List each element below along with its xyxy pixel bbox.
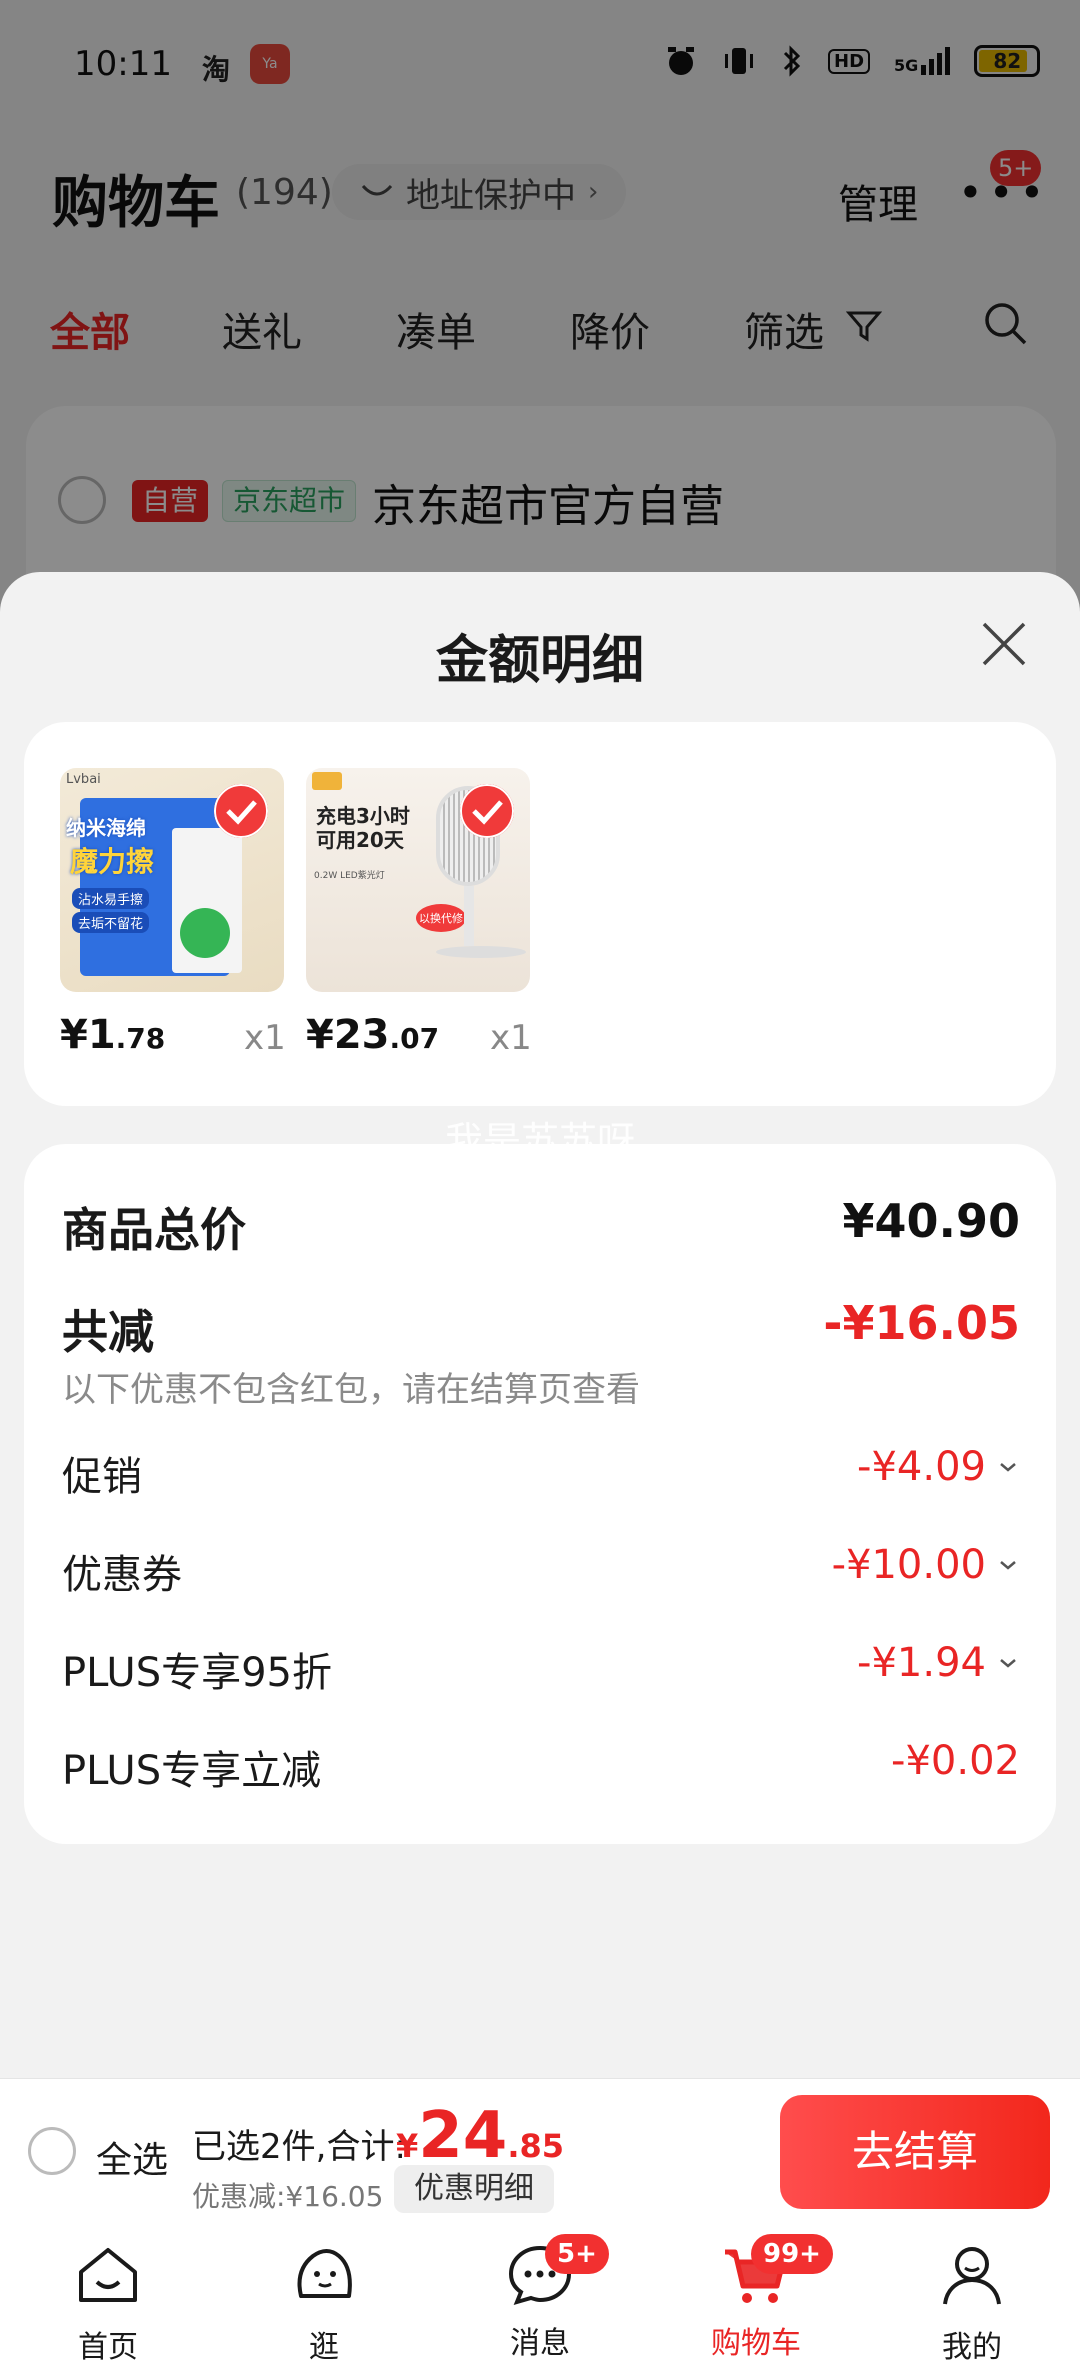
product-package-mascot (180, 908, 230, 958)
nav-messages[interactable]: 5+ 消息 (460, 2234, 620, 2362)
nav-browse[interactable]: 逛 (244, 2240, 404, 2366)
chevron-down-icon (1000, 1561, 1016, 1570)
home-icon (79, 2248, 137, 2302)
promotion-amount: -¥4.09 (857, 1444, 986, 1490)
cart-badge: 99+ (751, 2234, 833, 2274)
table-art (436, 946, 526, 958)
promotion-value[interactable]: -¥4.09 (857, 1444, 1020, 1490)
sheet-title: 金额明细 (435, 631, 644, 691)
chevron-down-icon (1000, 1463, 1016, 1472)
product-brand-text: Lvbai (66, 772, 101, 787)
coupon-amount: -¥10.00 (831, 1542, 986, 1588)
nav-label: 逛 (309, 2330, 339, 2365)
nav-label: 购物车 (711, 2326, 801, 2361)
close-icon[interactable] (976, 616, 1032, 672)
nav-label: 首页 (78, 2330, 138, 2365)
product-image-text: 纳米海绵 (66, 816, 146, 840)
product-image-text: 以换代修 (416, 904, 466, 932)
price-integer: ¥23 (306, 1012, 390, 1058)
product-image-text: 0.2W LED紫光灯 (314, 871, 385, 881)
total-currency: ¥ (396, 2127, 419, 2165)
select-all-label[interactable]: 全选 (96, 2131, 168, 2183)
checkout-bar: 全选 已选2件,合计: ¥24.85 优惠减:¥16.05 优惠明细 去结算 (0, 2078, 1080, 2226)
plus-discount-label: PLUS专享95折 (62, 1650, 332, 1696)
product-price: ¥1.78 (60, 1012, 165, 1058)
nav-profile[interactable]: 我的 (892, 2240, 1052, 2366)
plus-instant-label: PLUS专享立减 (62, 1748, 322, 1794)
total-price-label: 商品总价 (62, 1203, 246, 1257)
total-reduction-value: -¥16.05 (823, 1296, 1020, 1350)
racket-handle-art (464, 886, 474, 946)
discount-detail-button[interactable]: 优惠明细 (394, 2165, 554, 2213)
selected-products-card: Lvbai 纳米海绵 魔力擦 沾水易手擦 去垢不留花 ¥1.78 x1 充电3小… (24, 722, 1056, 1106)
selected-total: ¥24.85 (396, 2099, 564, 2173)
nav-label: 消息 (510, 2326, 570, 2361)
nav-label: 我的 (942, 2330, 1002, 2365)
product-image: 充电3小时 可用20天 0.2W LED紫光灯 以换代修 (306, 768, 530, 992)
product-quantity: x1 (244, 1018, 286, 1058)
nav-home[interactable]: 首页 (28, 2240, 188, 2366)
price-integer: ¥1 (60, 1012, 116, 1058)
messages-badge: 5+ (545, 2234, 609, 2274)
plus-instant-value: -¥0.02 (891, 1738, 1020, 1784)
checkout-button[interactable]: 去结算 (780, 2095, 1050, 2209)
coupon-label: 优惠券 (62, 1552, 182, 1598)
discount-summary: 优惠减:¥16.05 (192, 2180, 384, 2213)
bottom-nav: 首页 逛 5+ 消息 99+ 购物车 我的 (0, 2226, 1080, 2376)
cart-icon-wrap: 99+ (721, 2234, 833, 2310)
battery-level: 82 (993, 49, 1022, 73)
product-image-text: 去垢不留花 (72, 912, 150, 933)
product-image-text: 魔力擦 (70, 845, 155, 878)
reduction-note: 以下优惠不包含红包，请在结算页查看 (62, 1370, 640, 1410)
plus-discount-value[interactable]: -¥1.94 (857, 1640, 1020, 1686)
product-image-text: 可用20天 (316, 828, 404, 852)
selected-summary: 已选2件,合计: (192, 2127, 406, 2167)
total-integer: 24 (418, 2099, 508, 2173)
profile-icon (943, 2247, 1001, 2305)
price-decimal: .07 (389, 1022, 440, 1055)
promotion-label: 促销 (62, 1454, 142, 1500)
plus-discount-amount: -¥1.94 (857, 1640, 986, 1686)
product-image-text: 沾水易手擦 (72, 888, 150, 909)
total-reduction-label: 共减 (62, 1305, 154, 1359)
nav-cart[interactable]: 99+ 购物车 (676, 2234, 836, 2362)
price-decimal: .78 (115, 1022, 166, 1055)
chevron-down-icon (1000, 1659, 1016, 1668)
checked-icon[interactable] (460, 784, 514, 838)
product-quantity: x1 (490, 1018, 532, 1058)
select-all-radio[interactable] (28, 2127, 76, 2175)
product-price: ¥23.07 (306, 1012, 439, 1058)
product-image: Lvbai 纳米海绵 魔力擦 沾水易手擦 去垢不留花 (60, 768, 284, 992)
browse-icon (297, 2249, 352, 2298)
price-summary-card: 商品总价 ¥40.90 共减 -¥16.05 以下优惠不包含红包，请在结算页查看… (24, 1144, 1056, 1844)
brand-logo-icon (312, 772, 342, 790)
coupon-value[interactable]: -¥10.00 (832, 1542, 1020, 1588)
message-icon-wrap: 5+ (505, 2234, 609, 2310)
checked-icon[interactable] (214, 784, 268, 838)
total-price-value: ¥40.90 (842, 1194, 1020, 1248)
total-decimal: .85 (507, 2127, 565, 2165)
